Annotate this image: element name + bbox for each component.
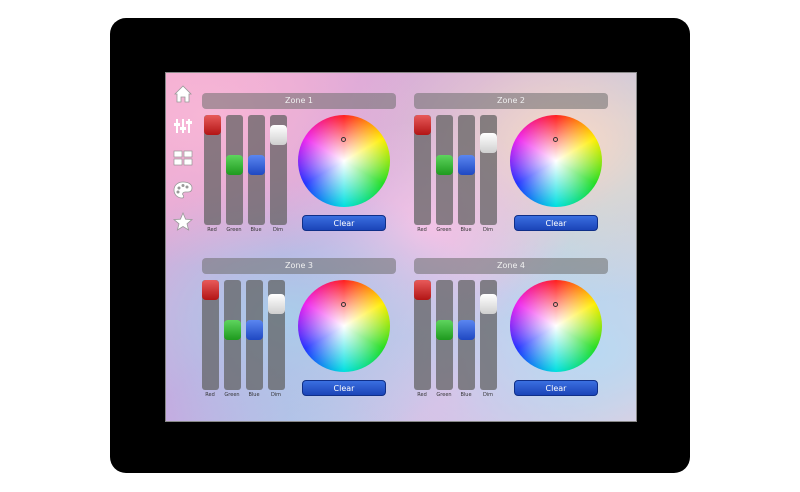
slider-thumb[interactable] — [268, 294, 285, 314]
slider-thumb[interactable] — [480, 294, 497, 314]
slider-thumb[interactable] — [436, 320, 453, 340]
color-wheel[interactable] — [510, 115, 602, 207]
slider-thumb[interactable] — [458, 320, 475, 340]
color-wheel-marker[interactable] — [341, 137, 346, 142]
zone-title: Zone 4 — [414, 258, 608, 274]
red-label: Red — [205, 392, 215, 398]
red-label: Red — [417, 392, 427, 398]
color-wheel-marker[interactable] — [553, 302, 558, 307]
green-slider[interactable] — [436, 280, 453, 390]
green-label: Green — [224, 392, 240, 398]
palette-icon[interactable] — [172, 179, 194, 201]
clear-button[interactable]: Clear — [302, 380, 386, 396]
zone-4-panel: Zone 4 Red Green Blue Dim Clear — [414, 258, 614, 408]
red-slider[interactable] — [414, 115, 431, 225]
blue-label: Blue — [460, 392, 472, 398]
blue-slider[interactable] — [458, 115, 475, 225]
slider-thumb[interactable] — [226, 155, 243, 175]
slider-thumb[interactable] — [248, 155, 265, 175]
dim-slider[interactable] — [270, 115, 287, 225]
home-icon[interactable] — [172, 83, 194, 105]
color-wheel[interactable] — [298, 280, 390, 372]
red-slider[interactable] — [204, 115, 221, 225]
clear-button[interactable]: Clear — [514, 215, 598, 231]
dim-slider[interactable] — [268, 280, 285, 390]
slider-thumb[interactable] — [204, 115, 221, 135]
blue-label: Blue — [460, 227, 472, 233]
blue-label: Blue — [248, 392, 260, 398]
zone-title: Zone 3 — [202, 258, 396, 274]
slider-thumb[interactable] — [458, 155, 475, 175]
dim-slider[interactable] — [480, 115, 497, 225]
green-slider[interactable] — [224, 280, 241, 390]
zone-3-panel: Zone 3 Red Green Blue Dim Clear — [202, 258, 402, 408]
green-label: Green — [436, 392, 452, 398]
zone-1-panel: Zone 1 Red Green Blue Dim Clear — [202, 93, 402, 243]
slider-thumb[interactable] — [436, 155, 453, 175]
blue-label: Blue — [250, 227, 262, 233]
color-wheel[interactable] — [510, 280, 602, 372]
slider-thumb[interactable] — [202, 280, 219, 300]
slider-thumb[interactable] — [480, 133, 497, 153]
color-wheel-marker[interactable] — [553, 137, 558, 142]
slider-thumb[interactable] — [270, 125, 287, 145]
clear-button[interactable]: Clear — [302, 215, 386, 231]
slider-thumb[interactable] — [246, 320, 263, 340]
red-slider[interactable] — [414, 280, 431, 390]
zone-title: Zone 2 — [414, 93, 608, 109]
green-label: Green — [226, 227, 242, 233]
slider-thumb[interactable] — [224, 320, 241, 340]
touch-screen: Zone 1 Red Green Blue Dim Clear Zone 2 R… — [165, 72, 637, 422]
slider-thumb[interactable] — [414, 280, 431, 300]
slider-thumb[interactable] — [414, 115, 431, 135]
blue-slider[interactable] — [248, 115, 265, 225]
zones-grid-icon[interactable] — [172, 147, 194, 169]
color-wheel[interactable] — [298, 115, 390, 207]
red-label: Red — [417, 227, 427, 233]
dim-label: Dim — [482, 392, 494, 398]
blue-slider[interactable] — [458, 280, 475, 390]
sliders-icon[interactable] — [172, 115, 194, 137]
zone-title: Zone 1 — [202, 93, 396, 109]
dim-slider[interactable] — [480, 280, 497, 390]
dim-label: Dim — [482, 227, 494, 233]
red-label: Red — [207, 227, 217, 233]
clear-button[interactable]: Clear — [514, 380, 598, 396]
green-slider[interactable] — [436, 115, 453, 225]
dim-label: Dim — [272, 227, 284, 233]
nav-bar — [172, 83, 194, 243]
blue-slider[interactable] — [246, 280, 263, 390]
color-wheel-marker[interactable] — [341, 302, 346, 307]
green-label: Green — [436, 227, 452, 233]
zone-2-panel: Zone 2 Red Green Blue Dim Clear — [414, 93, 614, 243]
red-slider[interactable] — [202, 280, 219, 390]
dim-label: Dim — [270, 392, 282, 398]
green-slider[interactable] — [226, 115, 243, 225]
star-icon[interactable] — [172, 211, 194, 233]
